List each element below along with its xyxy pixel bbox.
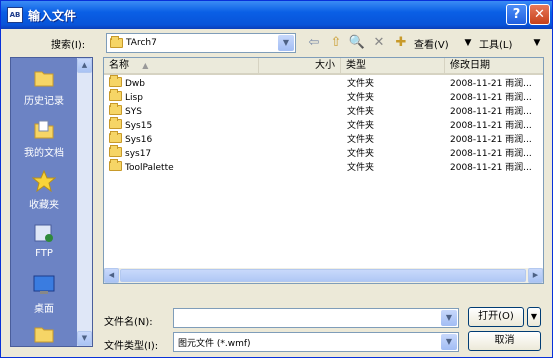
tools-menu[interactable]: 工具(L) xyxy=(479,36,512,51)
col-type[interactable]: 类型 xyxy=(341,58,445,73)
close-button[interactable]: ✕ xyxy=(529,4,550,25)
place-ftp[interactable]: FTP xyxy=(11,222,77,259)
table-row[interactable]: Dwb 文件夹 2008-11-21 雨润... xyxy=(104,75,543,91)
file-name: Sys16 xyxy=(125,135,153,145)
filename-input[interactable]: ▼ xyxy=(173,308,459,328)
filetype-select[interactable]: 图元文件 (*.wmf) ▼ xyxy=(173,332,459,352)
view-dropdown-icon[interactable]: ▼ xyxy=(462,34,474,52)
file-dialog: AB 输入文件 ? ✕ 搜索(I): TArch7 ▼ ⇦ ⇧ 🔍 ✕ ✚ 查看… xyxy=(0,0,553,358)
place-label: 桌面 xyxy=(34,304,54,315)
place-favorites[interactable]: 收藏夹 xyxy=(11,169,77,211)
file-name: sys17 xyxy=(125,149,152,159)
file-type: 文件夹 xyxy=(347,149,375,159)
open-dropdown-icon[interactable]: ▼ xyxy=(527,307,541,327)
filename-label: 文件名(N): xyxy=(104,317,153,328)
file-date: 2008-11-21 雨润... xyxy=(450,149,532,159)
place-network[interactable] xyxy=(11,322,77,348)
place-label: 收藏夹 xyxy=(29,200,59,211)
favorites-icon xyxy=(31,169,57,193)
list-header: 名称 ▲ 大小 类型 修改日期 xyxy=(104,58,543,75)
file-name: Lisp xyxy=(125,93,143,103)
file-name: SYS xyxy=(125,107,142,117)
file-type: 文件夹 xyxy=(347,135,375,145)
file-type: 文件夹 xyxy=(347,163,375,173)
search-web-icon[interactable]: 🔍 xyxy=(348,34,366,52)
chevron-down-icon[interactable]: ▼ xyxy=(441,310,457,326)
file-date: 2008-11-21 雨润... xyxy=(450,135,532,145)
up-folder-icon[interactable]: ⇧ xyxy=(327,34,345,52)
table-row[interactable]: Sys15 文件夹 2008-11-21 雨润... xyxy=(104,117,543,133)
filetype-label: 文件类型(I): xyxy=(104,341,159,352)
table-row[interactable]: Lisp 文件夹 2008-11-21 雨润... xyxy=(104,89,543,105)
place-label: 历史记录 xyxy=(24,96,64,107)
chevron-down-icon[interactable]: ▼ xyxy=(278,35,294,51)
delete-icon[interactable]: ✕ xyxy=(370,34,388,52)
new-folder-icon[interactable]: ✚ xyxy=(392,34,410,52)
chevron-down-icon[interactable]: ▼ xyxy=(441,334,457,350)
history-icon xyxy=(32,66,56,88)
filetype-value: 图元文件 (*.wmf) xyxy=(178,339,251,349)
look-in-combo[interactable]: TArch7 ▼ xyxy=(106,33,296,53)
sort-up-icon: ▲ xyxy=(142,61,149,70)
scroll-down-icon[interactable]: ▼ xyxy=(77,331,92,346)
place-desktop[interactable]: 桌面 xyxy=(11,274,77,315)
places-scrollbar[interactable]: ▲ ▼ xyxy=(77,58,92,346)
file-type: 文件夹 xyxy=(347,93,375,103)
network-icon xyxy=(32,322,56,344)
file-name: Sys15 xyxy=(125,121,153,131)
open-button[interactable]: 打开(O) xyxy=(468,307,524,327)
file-name: Dwb xyxy=(125,79,146,89)
cancel-button[interactable]: 取消 xyxy=(468,331,541,351)
places-bar: 历史记录 我的文档 收藏夹 FTP 桌面 ▲ ▼ xyxy=(10,57,93,347)
col-name[interactable]: 名称 ▲ xyxy=(104,58,259,73)
back-icon[interactable]: ⇦ xyxy=(305,34,323,52)
scroll-left-icon[interactable]: ◀ xyxy=(104,268,119,283)
folder-icon xyxy=(110,36,123,48)
window-title: 输入文件 xyxy=(28,9,77,23)
place-history[interactable]: 历史记录 xyxy=(11,66,77,107)
file-date: 2008-11-21 雨润... xyxy=(450,107,532,117)
table-row[interactable]: sys17 文件夹 2008-11-21 雨润... xyxy=(104,145,543,161)
file-date: 2008-11-21 雨润... xyxy=(450,79,532,89)
file-name: ToolPalette xyxy=(125,163,174,173)
table-row[interactable]: ToolPalette 文件夹 2008-11-21 雨润... xyxy=(104,159,543,175)
file-date: 2008-11-21 雨润... xyxy=(450,163,532,173)
desktop-icon xyxy=(32,274,56,296)
look-in-label: 搜索(I): xyxy=(51,40,86,51)
look-in-value: TArch7 xyxy=(126,38,157,48)
place-label: 我的文档 xyxy=(24,148,64,159)
tools-dropdown-icon[interactable]: ▼ xyxy=(531,34,543,52)
scroll-right-icon[interactable]: ▶ xyxy=(528,268,543,283)
table-row[interactable]: Sys16 文件夹 2008-11-21 雨润... xyxy=(104,131,543,147)
col-date[interactable]: 修改日期 xyxy=(445,58,543,73)
scroll-up-icon[interactable]: ▲ xyxy=(77,58,92,73)
file-type: 文件夹 xyxy=(347,107,375,117)
place-label: FTP xyxy=(35,248,53,259)
ftp-icon xyxy=(32,222,56,244)
my-documents-icon xyxy=(32,118,56,140)
help-button[interactable]: ? xyxy=(506,4,527,25)
file-list[interactable]: 名称 ▲ 大小 类型 修改日期 Dwb 文件夹 2008-11-21 雨润...… xyxy=(103,57,544,284)
col-size[interactable]: 大小 xyxy=(259,58,341,73)
file-type: 文件夹 xyxy=(347,79,375,89)
file-date: 2008-11-21 雨润... xyxy=(450,121,532,131)
file-type: 文件夹 xyxy=(347,121,375,131)
app-icon: AB xyxy=(7,7,23,23)
horizontal-scrollbar[interactable]: ◀ ▶ xyxy=(104,268,543,283)
folder-icon xyxy=(109,159,122,175)
place-my-documents[interactable]: 我的文档 xyxy=(11,118,77,159)
file-date: 2008-11-21 雨润... xyxy=(450,93,532,103)
title-bar[interactable]: AB 输入文件 ? ✕ xyxy=(1,1,552,29)
view-menu[interactable]: 查看(V) xyxy=(414,36,449,51)
table-row[interactable]: SYS 文件夹 2008-11-21 雨润... xyxy=(104,103,543,119)
scroll-thumb[interactable] xyxy=(120,269,526,282)
